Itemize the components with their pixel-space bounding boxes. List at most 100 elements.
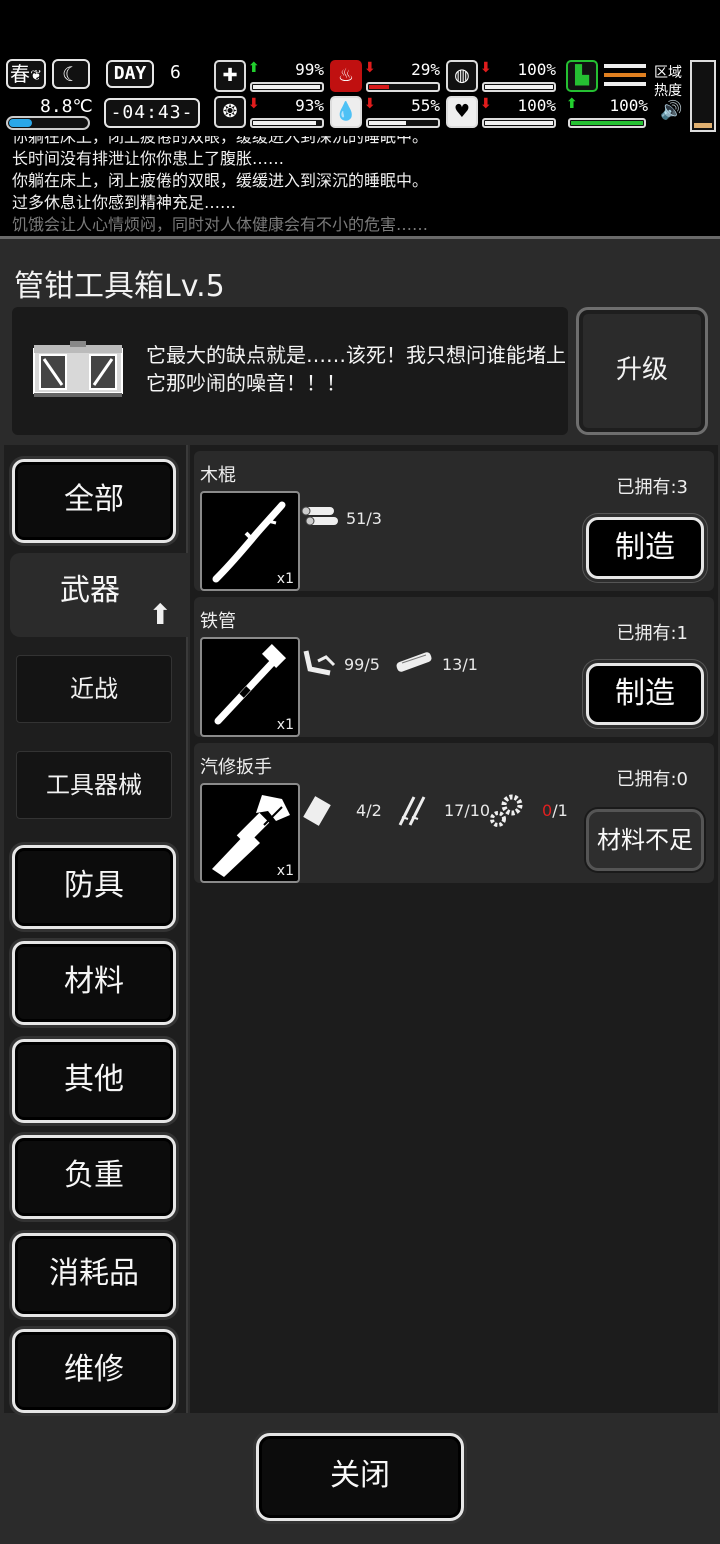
material-requirement: 13/1 bbox=[394, 647, 484, 683]
category-armor[interactable]: 防具 bbox=[12, 845, 176, 929]
brain-icon: ❂ bbox=[214, 96, 246, 128]
mind-bar bbox=[250, 118, 324, 128]
bladder-bar bbox=[482, 82, 556, 92]
material-have: 51 bbox=[346, 509, 367, 528]
material-need: 1 bbox=[467, 655, 478, 674]
recipe-name: 铁管 bbox=[200, 611, 236, 632]
material-requirement: 4/2 bbox=[300, 793, 382, 829]
material-count: 4/2 bbox=[356, 801, 382, 820]
subcategory-tools[interactable]: 工具器械 bbox=[16, 751, 172, 819]
temperature-value: 8.8℃ bbox=[40, 96, 93, 117]
recipe-car-wrench: 汽修扳手 已拥有:0 x1 4/2 17/10 0/1 材料不足 bbox=[194, 743, 714, 883]
mood-stat: ♥ ⬇ 100% bbox=[446, 96, 558, 130]
workbench-description: 它最大的缺点就是……该死！我只想问谁能堵上它那吵闹的噪音！！！ bbox=[146, 343, 566, 395]
speaker-icon[interactable]: 🔊 bbox=[660, 100, 682, 121]
gears-icon bbox=[490, 794, 523, 827]
item-quantity: x1 bbox=[276, 863, 294, 879]
stamina-bar-fill bbox=[571, 121, 643, 125]
subcategory-melee[interactable]: 近战 bbox=[16, 655, 172, 723]
trend-up-icon: ⬆ bbox=[248, 60, 260, 76]
screws-icon bbox=[398, 796, 426, 826]
material-requirement: 17/10 bbox=[394, 793, 490, 829]
thirst-stat: 💧 ⬇ 55% bbox=[330, 96, 442, 130]
mood-bar bbox=[482, 118, 556, 128]
category-weapons[interactable]: 武器 ⬆ bbox=[10, 553, 190, 637]
material-need: 5 bbox=[369, 655, 380, 674]
recipe-list: 木棍 已拥有:3 x1 51/3 制造 铁管 已拥有:1 x1 99/5 13/… bbox=[190, 445, 718, 1413]
recipe-wooden-stick: 木棍 已拥有:3 x1 51/3 制造 bbox=[194, 451, 714, 591]
night-moon-icon: ☾ bbox=[52, 59, 90, 89]
scrap-pipe-icon bbox=[303, 650, 336, 676]
category-other[interactable]: 其他 bbox=[12, 1039, 176, 1123]
craft-button[interactable]: 制造 bbox=[586, 663, 704, 725]
bladder-icon: ◍ bbox=[446, 60, 478, 92]
stamina-icon: ▙ bbox=[566, 60, 598, 92]
material-count: 51/3 bbox=[346, 509, 382, 528]
recipe-iron-pipe: 铁管 已拥有:1 x1 99/5 13/1 制造 bbox=[194, 597, 714, 737]
material-need: 2 bbox=[371, 801, 382, 820]
day-number: 6 bbox=[170, 62, 181, 83]
category-materials[interactable]: 材料 bbox=[12, 941, 176, 1025]
material-have: 99 bbox=[344, 655, 365, 674]
panel-title: 管钳工具箱Lv.5 bbox=[14, 269, 225, 304]
hunger-value: 29% bbox=[411, 60, 440, 79]
mood-value: 100% bbox=[517, 96, 556, 115]
crafting-panel: 管钳工具箱Lv.5 它最大的缺点就是……该死！我只想问谁能堵上它那吵闹的噪音！！… bbox=[0, 236, 720, 1544]
mood-bar-fill bbox=[485, 121, 553, 125]
craft-button[interactable]: 制造 bbox=[586, 517, 704, 579]
season-indicator: 春 ❦ bbox=[6, 59, 46, 89]
zone-heat-fill bbox=[694, 122, 712, 128]
recipe-name: 木棍 bbox=[200, 465, 236, 486]
day-badge: DAY bbox=[106, 60, 154, 88]
wood-plank-icon bbox=[396, 652, 432, 672]
thirst-value: 55% bbox=[411, 96, 440, 115]
stamina-line-white bbox=[604, 64, 646, 68]
category-weapons-label: 武器 bbox=[60, 573, 120, 608]
heart-icon: ♥ bbox=[446, 96, 478, 128]
trend-down-icon: ⬇ bbox=[480, 60, 492, 76]
health-value: 99% bbox=[295, 60, 324, 79]
health-stat: ✚ ⬆ 99% bbox=[214, 60, 326, 94]
log-line: 你躺在床上，闭上疲倦的双眼，缓缓进入到深沉的睡眠中。 bbox=[12, 136, 429, 146]
upgrade-button[interactable]: 升级 bbox=[576, 307, 708, 435]
wood-logs-icon bbox=[301, 506, 338, 526]
trend-down-icon: ⬇ bbox=[364, 96, 376, 112]
category-consumables[interactable]: 消耗品 bbox=[12, 1233, 176, 1317]
zone-heat-label: 区域热度 bbox=[654, 65, 682, 99]
material-count: 13/1 bbox=[442, 655, 478, 674]
recipe-name: 汽修扳手 bbox=[200, 757, 272, 778]
item-thumbnail: x1 bbox=[200, 491, 300, 591]
thermometer-bar bbox=[6, 116, 90, 130]
trend-up-icon: ⬆ bbox=[566, 96, 578, 112]
material-count: 17/10 bbox=[444, 801, 491, 820]
owned-count: 已拥有:0 bbox=[616, 769, 688, 790]
item-thumbnail: x1 bbox=[200, 637, 300, 737]
feather-icon: ❦ bbox=[30, 68, 42, 84]
category-load[interactable]: 负重 bbox=[12, 1135, 176, 1219]
bladder-value: 100% bbox=[517, 60, 556, 79]
trend-down-icon: ⬇ bbox=[248, 96, 260, 112]
stamina-stat: ▙ bbox=[566, 60, 650, 94]
category-all[interactable]: 全部 bbox=[12, 459, 176, 543]
thirst-bar bbox=[366, 118, 440, 128]
trend-down-icon: ⬇ bbox=[480, 96, 492, 112]
stamina-line-white-2 bbox=[604, 82, 646, 86]
stamina-line-orange bbox=[604, 73, 646, 77]
bladder-bar-fill bbox=[485, 85, 553, 89]
hunger-stat: ♨ ⬇ 29% bbox=[330, 60, 442, 94]
material-need: 1 bbox=[557, 801, 568, 820]
material-have: 4 bbox=[356, 801, 367, 820]
zone-heat-meter bbox=[690, 60, 716, 132]
category-repair[interactable]: 维修 bbox=[12, 1329, 176, 1413]
material-have: 17 bbox=[444, 801, 465, 820]
status-hud: 春 ❦ ☾ 8.8℃ DAY 6 -04:43- ✚ ⬆ 99% ♨ ⬇ 29%… bbox=[0, 56, 720, 136]
material-need: 3 bbox=[371, 509, 382, 528]
health-bar bbox=[250, 82, 324, 92]
item-quantity: x1 bbox=[276, 571, 294, 587]
material-have: 0 bbox=[542, 801, 553, 820]
close-button[interactable]: 关闭 bbox=[256, 1433, 464, 1521]
material-requirement: 0/1 bbox=[488, 793, 574, 829]
craft-button-disabled[interactable]: 材料不足 bbox=[586, 809, 704, 871]
event-log: 你躺在床上，闭上疲倦的双眼，缓缓进入到深沉的睡眠中。 长时间没有排泄让你你患上了… bbox=[0, 136, 720, 236]
mind-stat: ❂ ⬇ 93% bbox=[214, 96, 326, 130]
